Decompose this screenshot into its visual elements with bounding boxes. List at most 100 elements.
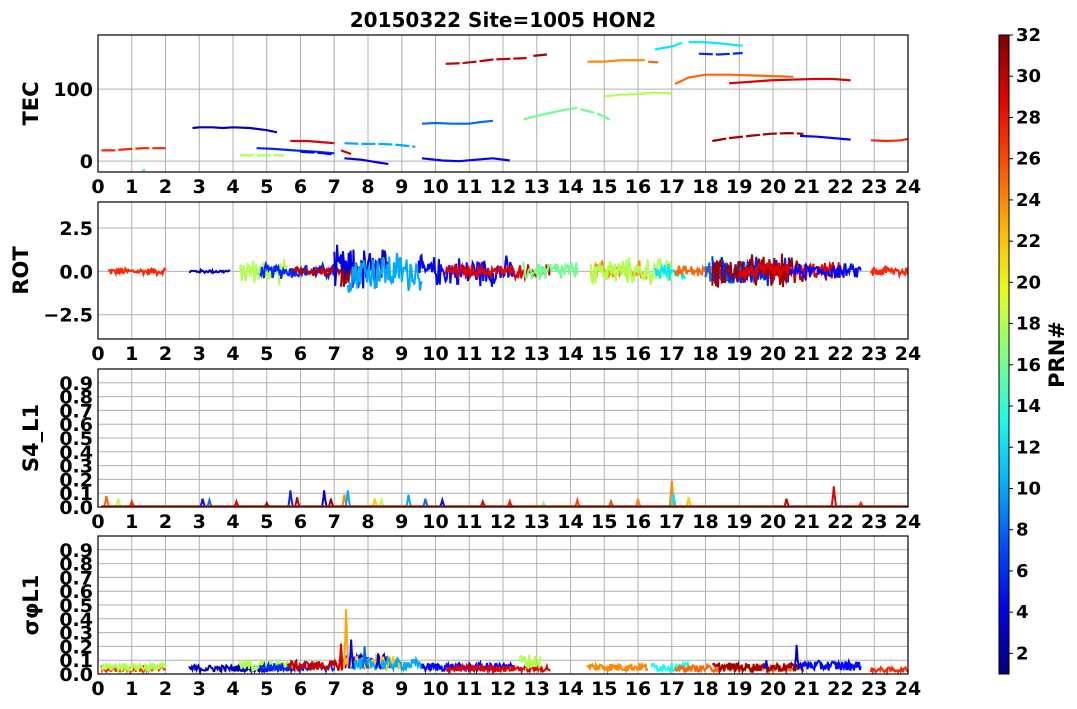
colorbar-tick-label: 4 <box>1016 602 1029 623</box>
x-tick-label: 17 <box>659 511 685 533</box>
x-tick-label: 21 <box>794 176 820 198</box>
series-line-prn-12 <box>688 41 743 47</box>
colorbar-tick-label: 18 <box>1016 314 1041 335</box>
series-line-prn-24 <box>587 59 645 63</box>
x-tick-label: 5 <box>260 511 273 533</box>
x-tick-label: 18 <box>692 176 718 198</box>
x-tick-label: 11 <box>456 176 482 198</box>
series-line-prn-8 <box>421 119 494 125</box>
colorbar-tick-label: 10 <box>1016 478 1041 499</box>
x-tick-label: 18 <box>692 678 718 700</box>
sigma-series-prn-24 <box>586 660 649 675</box>
x-tick-label: 4 <box>226 678 239 700</box>
series-group <box>101 41 909 172</box>
spike-prn-30 <box>783 498 790 507</box>
x-tick-label: 22 <box>827 343 853 365</box>
rot-series-prn-27 <box>870 264 909 280</box>
series-line-prn-3 <box>192 126 278 134</box>
colorbar-tick-label: 26 <box>1016 149 1041 170</box>
x-tick-label: 14 <box>557 678 583 700</box>
x-tick-label: 10 <box>422 678 448 700</box>
x-tick-label: 19 <box>726 511 752 533</box>
x-tick-label: 17 <box>659 176 685 198</box>
x-tick-label: 8 <box>361 511 374 533</box>
spike-prn-18 <box>115 498 122 507</box>
series-line-prn-10 <box>344 142 416 148</box>
series-line-prn-5 <box>799 134 851 141</box>
x-tick-label: 1 <box>125 343 138 365</box>
spike-prn-22 <box>685 497 692 507</box>
spike-prn-31 <box>327 498 335 507</box>
x-tick-label: 21 <box>794 511 820 533</box>
rot-series-prn-3 <box>188 267 231 275</box>
panel-4: 0 1 2 3 4 5 6 7 8 9 10 11 12 13 14 15 16 17 18 19 20 21 22 23 24… <box>19 535 921 700</box>
spike-prn-30 <box>294 497 301 507</box>
x-tick-label: 10 <box>422 176 448 198</box>
panel-2: 0 1 2 3 4 5 6 7 8 9 10 11 12 13 14 15 16 17 18 19 20 21 22 23 24… <box>9 201 921 365</box>
x-tick-label: 16 <box>625 678 651 700</box>
x-tick-label: 20 <box>760 678 786 700</box>
x-tick-label: 7 <box>328 176 341 198</box>
x-tick-label: 12 <box>490 678 516 700</box>
x-tick-label: 7 <box>328 343 341 365</box>
x-tick-label: 19 <box>726 678 752 700</box>
x-tick-label: 23 <box>861 343 887 365</box>
x-tick-label: 18 <box>692 511 718 533</box>
y-axis-title: σφL1 <box>19 575 43 636</box>
series-line-prn-27 <box>101 147 166 152</box>
x-tick-label: 9 <box>395 343 408 365</box>
x-tick-label: 3 <box>193 343 206 365</box>
x-tick-label: 23 <box>861 511 887 533</box>
series-line-prn-29 <box>729 77 851 85</box>
spike-prn-5 <box>763 660 770 670</box>
x-tick-label: 7 <box>328 511 341 533</box>
spike-prn-25 <box>103 495 110 507</box>
series-line-prn-29 <box>290 139 335 145</box>
x-tick-label: 2 <box>159 678 172 700</box>
x-tick-label: 0 <box>91 511 104 533</box>
series-line-prn-6 <box>698 51 743 56</box>
x-tick-label: 12 <box>490 511 516 533</box>
spike-prn-10 <box>405 494 412 507</box>
x-tick-label: 17 <box>659 343 685 365</box>
x-tick-label: 23 <box>861 678 887 700</box>
series-line-prn-25 <box>648 60 659 64</box>
y-tick-label: 0.9 <box>59 540 93 562</box>
sigma-series-prn-30 <box>286 658 346 674</box>
x-tick-label: 24 <box>895 343 921 365</box>
x-tick-label: 0 <box>91 678 104 700</box>
colorbar-tick-label: 30 <box>1016 66 1041 87</box>
x-tick-label: 12 <box>490 343 516 365</box>
x-tick-label: 19 <box>726 176 752 198</box>
x-tick-label: 13 <box>524 176 550 198</box>
y-tick-label: −2.5 <box>43 305 93 327</box>
rot-series-prn-16 <box>522 261 579 281</box>
series-line-prn-16 <box>523 106 578 121</box>
x-tick-label: 15 <box>591 678 617 700</box>
x-tick-label: 16 <box>625 176 651 198</box>
x-tick-label: 2 <box>159 343 172 365</box>
x-tick-label: 9 <box>395 678 408 700</box>
x-tick-label: 8 <box>361 678 374 700</box>
x-tick-label: 10 <box>422 343 448 365</box>
y-axis-title: ROT <box>9 246 33 295</box>
x-tick-label: 6 <box>294 176 307 198</box>
x-tick-label: 4 <box>226 176 239 198</box>
x-tick-label: 14 <box>557 176 583 198</box>
y-tick-label: 100 <box>53 79 93 101</box>
x-tick-label: 6 <box>294 678 307 700</box>
x-tick-label: 14 <box>557 511 583 533</box>
rot-series-prn-27 <box>107 266 167 278</box>
spike-prn-29 <box>830 486 838 507</box>
x-tick-label: 24 <box>895 678 921 700</box>
x-tick-label: 0 <box>91 343 104 365</box>
y-tick-label: 0.0 <box>59 261 93 283</box>
series-line-prn-16 <box>580 108 612 122</box>
x-tick-label: 20 <box>760 343 786 365</box>
x-tick-label: 13 <box>524 511 550 533</box>
x-tick-label: 15 <box>591 343 617 365</box>
x-tick-label: 3 <box>193 678 206 700</box>
prn-colorbar: 2468101214161820222426283032PRN# <box>998 25 1069 675</box>
x-tick-label: 11 <box>456 343 482 365</box>
x-tick-label: 21 <box>794 678 820 700</box>
